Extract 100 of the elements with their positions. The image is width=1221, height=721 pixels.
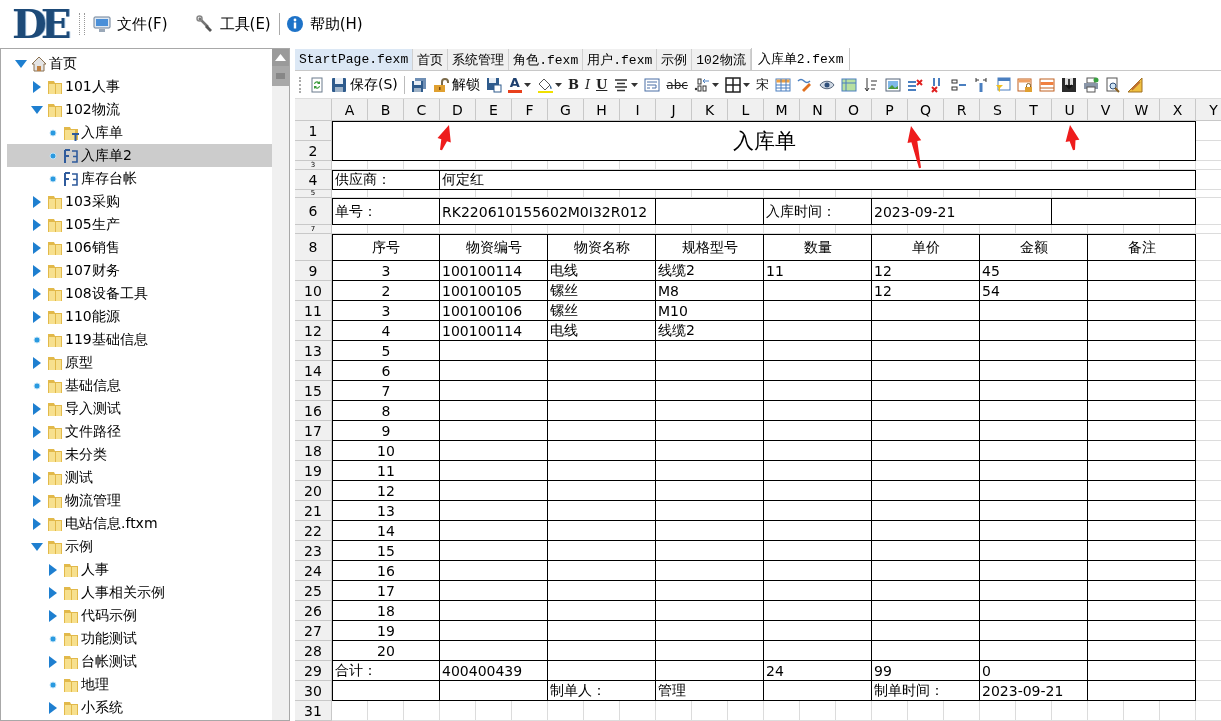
table-icon[interactable] [1038, 76, 1055, 93]
expand-arrow-icon[interactable] [31, 448, 43, 461]
collapse-arrow-icon[interactable] [15, 57, 27, 70]
menu-item[interactable]: 工具(E) [219, 14, 271, 34]
expand-arrow-icon[interactable] [31, 218, 43, 231]
expand-arrow-icon[interactable] [47, 655, 59, 668]
paint-bucket-icon[interactable] [536, 76, 553, 93]
font-color-button[interactable]: A [507, 76, 522, 93]
row-number[interactable]: 21 [295, 501, 332, 521]
row-number[interactable]: 2 [295, 141, 332, 161]
scroll-up-button[interactable] [272, 49, 289, 66]
tree-item[interactable]: 地理 [7, 673, 272, 696]
tree-item[interactable]: 首页 [7, 52, 272, 75]
column-letter[interactable]: A [332, 99, 368, 121]
scroll-thumb[interactable] [272, 66, 289, 86]
column-letter[interactable]: H [584, 99, 620, 121]
expand-arrow-icon[interactable] [31, 356, 43, 369]
row-number[interactable]: 9 [295, 261, 332, 281]
tree-item[interactable]: 小系统 [7, 696, 272, 719]
caret-icon[interactable] [631, 82, 639, 87]
expand-arrow-icon[interactable] [31, 264, 43, 277]
column-letter[interactable]: D [440, 99, 476, 121]
menu-item[interactable]: 文件(F) [117, 14, 168, 34]
column-letter[interactable]: Q [908, 99, 944, 121]
tree-item[interactable]: 108设备工具 [7, 282, 272, 305]
printer-icon[interactable] [1082, 76, 1099, 93]
caret-icon[interactable] [523, 82, 531, 87]
tree-item[interactable]: 未分类 [7, 443, 272, 466]
italic-button[interactable]: I [584, 76, 590, 93]
column-letter[interactable]: L [728, 99, 764, 121]
tab[interactable]: 用户.fexm [583, 49, 658, 70]
tab[interactable]: 入库单2.fexm [750, 48, 851, 70]
tab[interactable]: 102物流 [692, 49, 751, 70]
expand-arrow-icon[interactable] [47, 586, 59, 599]
expand-arrow-icon[interactable] [31, 241, 43, 254]
row-number[interactable]: 30 [295, 681, 332, 701]
tab[interactable]: StartPage.fexm [295, 49, 414, 70]
column-letter[interactable]: U [1052, 99, 1088, 121]
expand-arrow-icon[interactable] [31, 310, 43, 323]
column-letter[interactable]: T [1016, 99, 1052, 121]
unlock-button[interactable]: 解锁 [432, 75, 480, 94]
expand-arrow-icon[interactable] [47, 701, 59, 714]
menu-item[interactable]: 帮助(H) [309, 14, 363, 34]
table-icon[interactable] [840, 76, 857, 93]
column-letter[interactable]: N [800, 99, 836, 121]
caret-icon[interactable] [554, 82, 562, 87]
document-icon[interactable] [309, 76, 325, 93]
tree-item[interactable]: 入库单 [7, 121, 272, 144]
column-letter[interactable]: E [476, 99, 512, 121]
expand-arrow-icon[interactable] [31, 287, 43, 300]
tree-item[interactable]: 文件路径 [7, 420, 272, 443]
column-letter[interactable]: S [980, 99, 1016, 121]
collapse-arrow-icon[interactable] [31, 103, 43, 116]
expand-arrow-icon[interactable] [31, 195, 43, 208]
column-letter[interactable]: P [872, 99, 908, 121]
expand-arrow-icon[interactable] [31, 402, 43, 415]
align-icon[interactable] [613, 76, 630, 93]
collapse-arrow-icon[interactable] [31, 540, 43, 553]
row-number[interactable]: 6 [295, 198, 332, 225]
insert-column-icon[interactable] [972, 76, 989, 93]
filter-icon[interactable] [994, 76, 1011, 93]
expand-arrow-icon[interactable] [47, 609, 59, 622]
tree-item[interactable]: 测试 [7, 466, 272, 489]
tree-item[interactable]: 物流管理 [7, 489, 272, 512]
font-button[interactable]: 宋 [755, 76, 769, 93]
column-letter[interactable]: G [548, 99, 584, 121]
table-icon[interactable] [774, 76, 791, 93]
column-letter[interactable]: B [368, 99, 404, 121]
corner-cell[interactable] [295, 99, 332, 121]
strikethrough-button[interactable]: abc [666, 76, 688, 93]
expand-arrow-icon[interactable] [47, 563, 59, 576]
print-preview-icon[interactable] [1104, 76, 1121, 93]
row-number[interactable]: 12 [295, 321, 332, 341]
tree-item[interactable]: 入库单2 [7, 144, 272, 167]
tree-item[interactable]: 人事相关示例 [7, 581, 272, 604]
image-icon[interactable] [884, 76, 901, 93]
column-letter[interactable]: F [512, 99, 548, 121]
tree-item[interactable]: 电站信息.ftxm [7, 512, 272, 535]
column-letter[interactable]: I [620, 99, 656, 121]
borders-icon[interactable] [724, 76, 741, 93]
column-letter[interactable]: M [764, 99, 800, 121]
caret-icon[interactable] [711, 82, 719, 87]
tree-item[interactable]: 101人事 [7, 75, 272, 98]
tree-item[interactable]: 人事 [7, 558, 272, 581]
row-number[interactable]: 13 [295, 341, 332, 361]
tree-item[interactable]: 功能测试 [7, 627, 272, 650]
row-number[interactable]: 8 [295, 234, 332, 261]
tree-item[interactable]: 基础信息 [7, 374, 272, 397]
tree-item[interactable]: 代码示例 [7, 604, 272, 627]
row-number[interactable]: 22 [295, 521, 332, 541]
row-number[interactable]: 27 [295, 621, 332, 641]
row-number[interactable]: 10 [295, 281, 332, 301]
tree-item[interactable]: 102物流 [7, 98, 272, 121]
row-number[interactable]: 24 [295, 561, 332, 581]
wrap-text-icon[interactable] [644, 76, 661, 93]
underline-button[interactable]: U [596, 76, 608, 93]
caret-icon[interactable] [742, 82, 750, 87]
tree-item[interactable]: 107财务 [7, 259, 272, 282]
row-number[interactable]: 17 [295, 421, 332, 441]
tree-item[interactable]: 110能源 [7, 305, 272, 328]
